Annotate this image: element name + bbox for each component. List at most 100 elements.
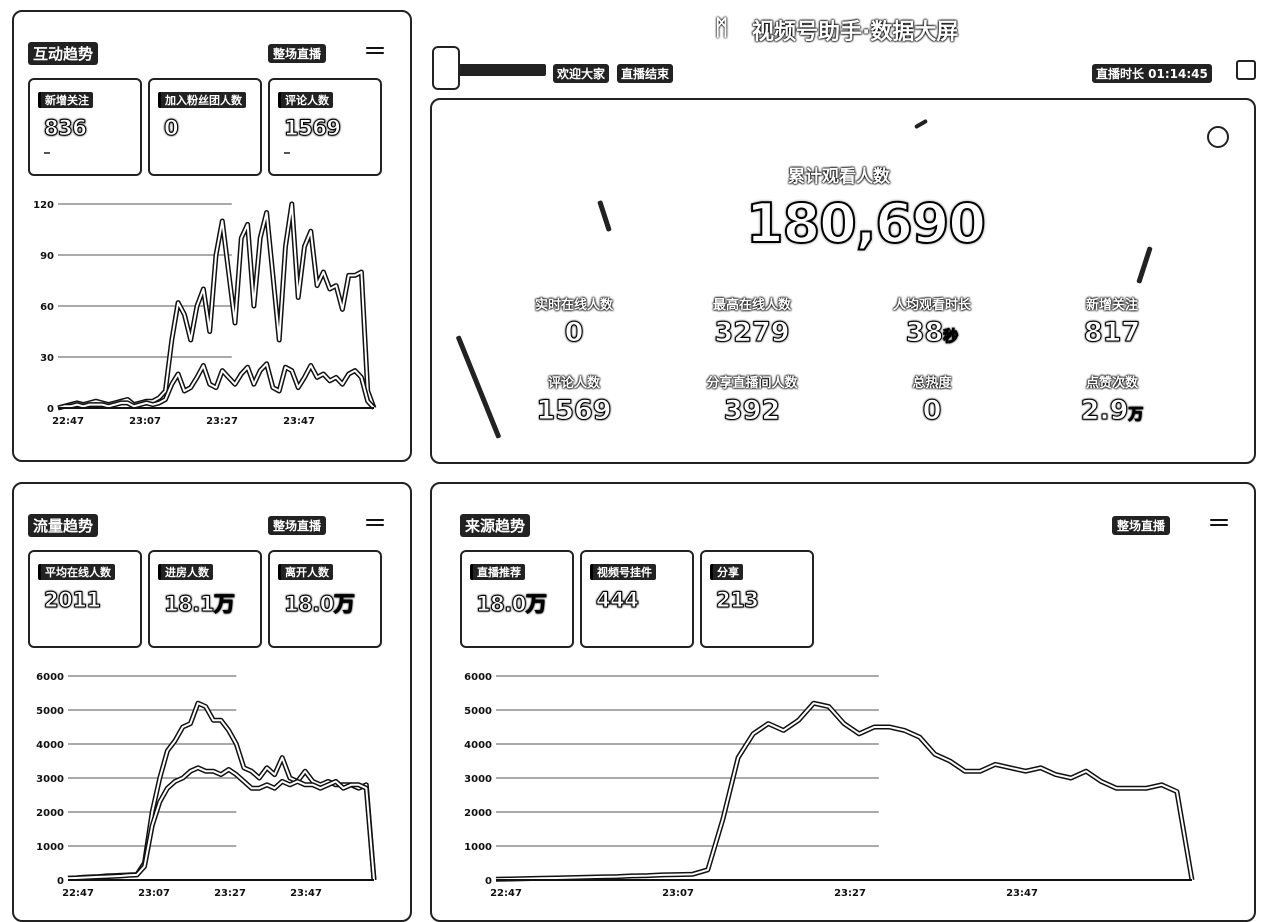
metric-number: 2.9 [1080, 395, 1129, 427]
x-tick-label: 22:47 [490, 888, 522, 899]
y-tick-label: 6000 [464, 672, 492, 683]
interaction-panel: 互动趋势 整场直播 新增关注 836 加入粉丝团人数 0 评论人数 1569 0… [12, 10, 412, 462]
card-label: 离开人数 [278, 564, 333, 580]
traffic-filter-icon[interactable] [366, 516, 384, 530]
live-duration: 直播时长 01:14:45 [1092, 64, 1212, 83]
metric-total-heat: 总热度 0 [852, 372, 1012, 427]
y-tick-label: 2000 [36, 808, 64, 819]
card-label: 视频号挂件 [590, 564, 656, 580]
metric-label: 新增关注 [1085, 298, 1138, 313]
card-trend-icon [44, 152, 50, 154]
decor-slash-2 [1136, 246, 1153, 284]
x-tick-label: 23:27 [834, 888, 866, 899]
card-value: 2011 [43, 588, 101, 613]
metric-number: 0 [564, 317, 584, 349]
metric-label: 分享直播间人数 [706, 376, 798, 391]
metric-realtime-online: 实时在线人数 0 [494, 294, 654, 349]
card-label: 平均在线人数 [38, 564, 115, 580]
traffic-panel-title: 流量趋势 [28, 514, 99, 537]
traffic-card-avg-online[interactable]: 平均在线人数 2011 [28, 550, 142, 648]
metric-value: 0 [852, 395, 1012, 427]
y-tick-label: 120 [33, 200, 54, 211]
metric-value: 817 [1032, 317, 1192, 349]
metric-number: 392 [723, 395, 781, 427]
card-label: 直播推荐 [470, 564, 525, 580]
interaction-card-comments[interactable]: 评论人数 1569 [268, 78, 382, 176]
metric-label: 实时在线人数 [534, 298, 613, 313]
source-panel: 来源趋势 整场直播 直播推荐 18.0万 视频号挂件 444 分享 213 0 1… [430, 482, 1256, 922]
metric-unit: 万 [1128, 405, 1144, 424]
metric-number: 3279 [714, 317, 790, 349]
interaction-card-fanclub[interactable]: 加入粉丝团人数 0 [148, 78, 262, 176]
y-tick-label: 0 [485, 876, 492, 887]
metric-label: 总热度 [912, 376, 952, 391]
source-card-share[interactable]: 分享 213 [700, 550, 814, 648]
y-tick-label: 5000 [464, 706, 492, 717]
metric-likes: 点赞次数 2.9万 [1032, 372, 1192, 427]
metric-number: 38 [905, 317, 944, 349]
x-tick-label: 23:07 [129, 416, 161, 427]
card-value: 18.0万 [283, 592, 355, 617]
card-value: 444 [595, 588, 639, 613]
card-label: 进房人数 [158, 564, 213, 580]
source-card-recommend[interactable]: 直播推荐 18.0万 [460, 550, 574, 648]
y-tick-label: 0 [47, 404, 54, 415]
interaction-line-chart: 0 30 60 90 120 22:47 23:07 23:27 23:47 [33, 200, 377, 427]
interaction-filter-icon[interactable] [366, 44, 384, 58]
traffic-card-enter[interactable]: 进房人数 18.1万 [148, 550, 262, 648]
metric-value: 38秒 [852, 317, 1012, 349]
refresh-icon[interactable] [1207, 126, 1229, 148]
y-tick-label: 2000 [464, 808, 492, 819]
card-value: 0 [163, 116, 179, 141]
card-value: 836 [43, 116, 87, 141]
card-value: 18.0万 [475, 592, 547, 617]
x-tick-label: 23:07 [662, 888, 694, 899]
interaction-panel-title: 互动趋势 [28, 42, 99, 65]
x-tick-label: 23:47 [283, 416, 315, 427]
decor-slash-1 [597, 200, 612, 232]
source-range-dropdown[interactable]: 整场直播 [1112, 516, 1171, 535]
y-tick-label: 3000 [36, 774, 64, 785]
metric-value: 1569 [494, 395, 654, 427]
traffic-card-leave[interactable]: 离开人数 18.0万 [268, 550, 382, 648]
card-label: 分享 [710, 564, 743, 580]
tag-welcome: 欢迎大家 [553, 64, 610, 83]
wechat-channels-logo-icon: ᛗ [715, 16, 729, 41]
card-trend-icon [284, 152, 290, 154]
x-tick-label: 22:47 [52, 416, 84, 427]
metric-peak-online: 最高在线人数 3279 [672, 294, 832, 349]
source-card-widget[interactable]: 视频号挂件 444 [580, 550, 694, 648]
series-line-outline [67, 700, 377, 881]
y-tick-label: 6000 [36, 672, 64, 683]
x-tick-label: 23:27 [214, 888, 246, 899]
card-label: 加入粉丝团人数 [158, 92, 246, 108]
y-tick-label: 3000 [464, 774, 492, 785]
series-line-outline [495, 700, 1195, 882]
series-line [67, 766, 375, 881]
page-title: 视频号助手·数据大屏 [752, 14, 958, 46]
card-value: 18.1万 [163, 592, 235, 617]
series-line [495, 702, 1193, 881]
interaction-range-dropdown[interactable]: 整场直播 [268, 44, 327, 63]
metric-label: 评论人数 [547, 376, 600, 391]
traffic-range-dropdown[interactable]: 整场直播 [268, 516, 327, 535]
series-line [67, 702, 375, 881]
x-tick-label: 23:47 [1006, 888, 1038, 899]
interaction-card-follow[interactable]: 新增关注 836 [28, 78, 142, 176]
x-tick-label: 23:07 [138, 888, 170, 899]
source-line-chart: 0 1000 2000 3000 4000 5000 6000 22:47 23:07 23:27… [464, 672, 1195, 899]
source-filter-icon[interactable] [1210, 516, 1228, 530]
y-tick-label: 90 [40, 251, 54, 262]
card-label: 评论人数 [278, 92, 333, 108]
y-tick-label: 1000 [36, 842, 64, 853]
total-viewers-value: 180,690 [745, 191, 987, 256]
y-tick-label: 1000 [464, 842, 492, 853]
fullscreen-icon[interactable] [1236, 60, 1256, 80]
card-label: 新增关注 [38, 92, 93, 108]
metric-value: 3279 [672, 317, 832, 349]
metric-label: 人均观看时长 [892, 298, 971, 313]
metric-unit: 秒 [943, 327, 959, 346]
y-tick-label: 30 [40, 353, 54, 364]
metric-value: 2.9万 [1032, 395, 1192, 427]
hero-panel: 累计观看人数 180,690 实时在线人数 0 最高在线人数 3279 人均观看… [430, 98, 1256, 464]
